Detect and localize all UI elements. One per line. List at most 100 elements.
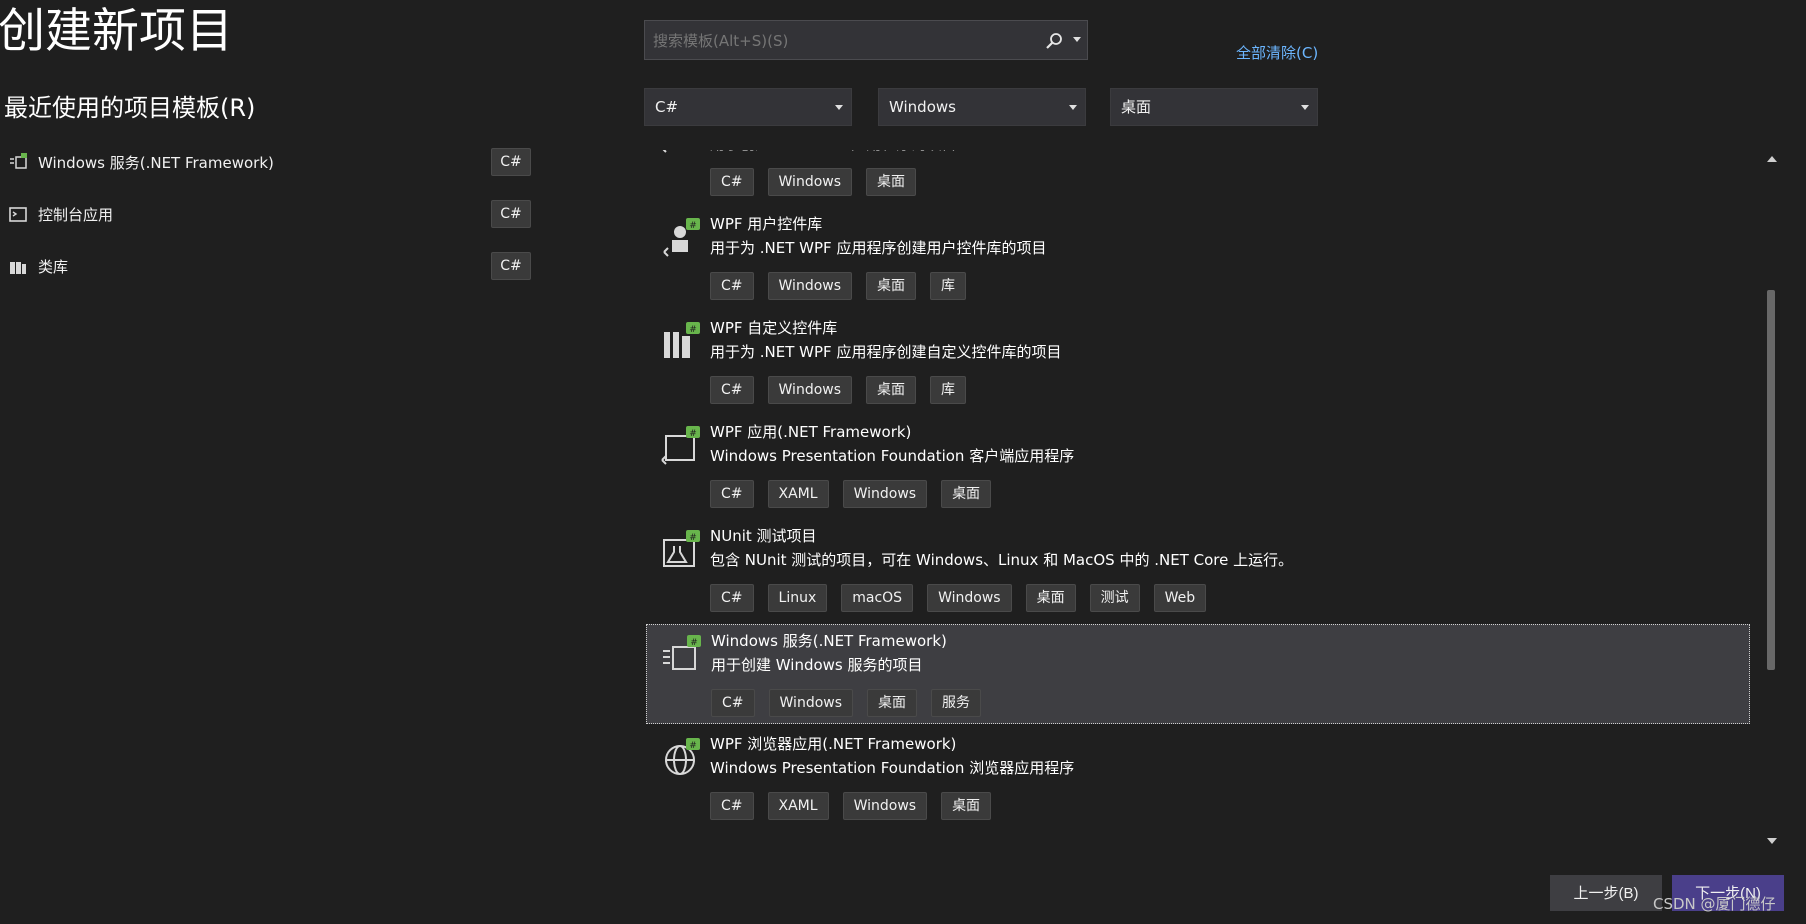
project-type-filter[interactable]: 桌面 bbox=[1110, 88, 1318, 126]
svg-text:#: # bbox=[689, 221, 697, 231]
template-tag: Windows bbox=[842, 480, 928, 508]
template-item[interactable]: # WPF 用户控件库用于为 .NET WPF 应用程序创建用户控件库的项目 C# W… bbox=[646, 208, 1750, 308]
watermark: CSDN @厦门德仔 bbox=[1653, 895, 1776, 913]
template-list[interactable]: # 用于创建 .NET WPF 应用程序的项目 C# Windows 桌面 # WPF 用户… bbox=[644, 150, 1754, 848]
template-item[interactable]: # WPF 应用(.NET Framework) Windows Presentat… bbox=[646, 416, 1750, 516]
chevron-down-icon bbox=[1069, 105, 1077, 110]
windows-service-icon bbox=[10, 153, 27, 169]
chevron-down-icon bbox=[1301, 105, 1309, 110]
svg-text:#: # bbox=[689, 741, 697, 751]
template-tags: C# Linux macOS Windows 桌面 测试 Web bbox=[710, 584, 1207, 612]
back-button[interactable]: 上一步(B) bbox=[1550, 875, 1662, 911]
language-filter[interactable]: C# bbox=[644, 88, 852, 126]
wpf-app-framework-icon: # bbox=[661, 426, 700, 465]
template-item[interactable]: # NUnit 测试项目包含 NUnit 测试的项目，可在 Windows、Lin… bbox=[646, 520, 1750, 620]
platform-filter[interactable]: Windows bbox=[878, 88, 1086, 126]
template-description: Windows Presentation Foundation 浏览器应用程序 bbox=[710, 759, 1075, 777]
template-tag: C# bbox=[710, 584, 754, 612]
recent-template-item[interactable]: 控制台应用 C# bbox=[0, 196, 540, 232]
template-tag: Linux bbox=[767, 584, 828, 612]
scroll-up-arrow-icon[interactable] bbox=[1767, 156, 1777, 162]
nunit-test-icon: # bbox=[663, 530, 700, 567]
template-tag: 库 bbox=[930, 272, 967, 300]
template-tag: 桌面 bbox=[866, 168, 917, 196]
template-description: Windows Presentation Foundation 客户端应用程序 bbox=[710, 447, 1075, 465]
wpf-app-icon: # bbox=[662, 150, 667, 153]
template-tag: C# bbox=[710, 376, 754, 404]
search-icon[interactable] bbox=[1045, 32, 1063, 50]
recent-template-item[interactable]: Windows 服务(.NET Framework) C# bbox=[0, 144, 540, 180]
template-tag: Windows bbox=[842, 792, 928, 820]
template-tags: C# Windows 桌面 服务 bbox=[711, 689, 982, 717]
chevron-down-icon bbox=[835, 105, 843, 110]
template-tag: 桌面 bbox=[941, 480, 992, 508]
console-app-icon bbox=[9, 207, 27, 222]
template-item[interactable]: # WPF 浏览器应用(.NET Framework) Windows Presen… bbox=[646, 728, 1750, 828]
search-options-chevron-icon[interactable] bbox=[1073, 37, 1081, 42]
template-tag: XAML bbox=[767, 480, 829, 508]
template-tag: 桌面 bbox=[941, 792, 992, 820]
template-tag: 桌面 bbox=[867, 689, 918, 717]
template-description: 用于为 .NET WPF 应用程序创建用户控件库的项目 bbox=[710, 239, 1047, 257]
template-description: 用于为 .NET WPF 应用程序创建自定义控件库的项目 bbox=[710, 343, 1062, 361]
svg-text:#: # bbox=[690, 638, 698, 648]
template-tag: Windows bbox=[767, 376, 853, 404]
template-tag: Windows bbox=[927, 584, 1012, 612]
template-item[interactable]: # Windows 服务(.NET Framework) 用于创建 Windows … bbox=[646, 624, 1750, 724]
template-name: WPF 应用(.NET Framework) bbox=[710, 423, 912, 441]
class-library-icon bbox=[10, 262, 26, 274]
project-type-filter-value: 桌面 bbox=[1121, 98, 1152, 116]
search-box[interactable] bbox=[644, 20, 1088, 61]
language-filter-value: C# bbox=[655, 98, 679, 116]
template-tags: C# Windows 桌面 bbox=[710, 168, 917, 196]
template-tag: C# bbox=[711, 689, 755, 717]
template-item[interactable]: # 用于创建 .NET WPF 应用程序的项目 C# Windows 桌面 bbox=[646, 150, 1750, 204]
template-tag: 库 bbox=[930, 376, 967, 404]
template-name: WPF 自定义控件库 bbox=[710, 319, 838, 337]
template-tag: C# bbox=[710, 792, 754, 820]
wpf-browser-icon: # bbox=[665, 738, 700, 775]
template-tag: 测试 bbox=[1089, 584, 1140, 612]
svg-text:#: # bbox=[689, 533, 697, 543]
svg-text:#: # bbox=[689, 429, 697, 439]
template-description: 包含 NUnit 测试的项目，可在 Windows、Linux 和 MacOS … bbox=[710, 551, 1294, 569]
language-tag: C# bbox=[491, 200, 531, 228]
scroll-thumb[interactable] bbox=[1767, 290, 1775, 670]
template-list-scrollbar[interactable] bbox=[1764, 150, 1778, 850]
template-tags: C# XAML Windows 桌面 bbox=[710, 792, 992, 820]
clear-all-link[interactable]: 全部清除(C) bbox=[1236, 42, 1318, 63]
template-tag: XAML bbox=[767, 792, 829, 820]
template-tag: Web bbox=[1153, 584, 1207, 612]
recent-templates-heading: 最近使用的项目模板(R) bbox=[4, 94, 256, 122]
wpf-custom-control-icon: # bbox=[664, 322, 700, 358]
template-tags: C# Windows 桌面库 bbox=[710, 272, 967, 300]
page-title: 创建新项目 bbox=[0, 4, 233, 59]
wpf-user-control-icon: # bbox=[663, 218, 700, 257]
windows-service-icon: # bbox=[663, 635, 701, 670]
template-tag: 桌面 bbox=[1025, 584, 1076, 612]
template-item[interactable]: # WPF 自定义控件库用于为 .NET WPF 应用程序创建自定义控件库的项目 C… bbox=[646, 312, 1750, 412]
template-tag: 桌面 bbox=[866, 272, 917, 300]
template-tag: Windows bbox=[767, 168, 853, 196]
template-tag: C# bbox=[710, 272, 754, 300]
template-tag: C# bbox=[710, 480, 754, 508]
template-name: NUnit 测试项目 bbox=[710, 527, 817, 545]
scroll-down-arrow-icon[interactable] bbox=[1767, 838, 1777, 844]
template-name: WPF 浏览器应用(.NET Framework) bbox=[710, 735, 957, 753]
platform-filter-value: Windows bbox=[889, 98, 956, 116]
template-tag: Windows bbox=[768, 689, 854, 717]
template-tags: C# XAML Windows 桌面 bbox=[710, 480, 992, 508]
recent-template-label: Windows 服务(.NET Framework) bbox=[38, 153, 274, 172]
template-name: WPF 用户控件库 bbox=[710, 215, 823, 233]
search-input[interactable] bbox=[651, 21, 1035, 61]
template-description: 用于创建 Windows 服务的项目 bbox=[711, 656, 923, 674]
template-tags: C# Windows 桌面库 bbox=[710, 376, 967, 404]
template-tag: 服务 bbox=[931, 689, 982, 717]
template-description: 用于创建 .NET WPF 应用程序的项目 bbox=[710, 150, 956, 154]
language-tag: C# bbox=[491, 252, 531, 280]
template-name: Windows 服务(.NET Framework) bbox=[711, 632, 947, 650]
recent-template-item[interactable]: 类库 C# bbox=[0, 248, 540, 284]
recent-template-label: 控制台应用 bbox=[38, 205, 114, 224]
language-tag: C# bbox=[491, 148, 531, 176]
template-tag: Windows bbox=[767, 272, 853, 300]
